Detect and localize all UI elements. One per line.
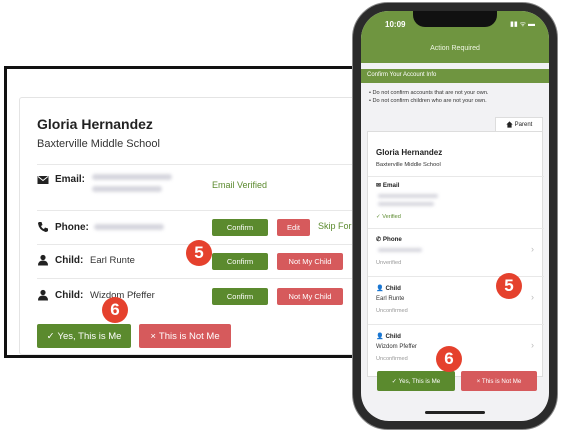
child-label: Child: [55, 290, 84, 301]
home-indicator [425, 411, 485, 414]
person-icon [38, 254, 48, 266]
tab-label: Parent [514, 121, 533, 128]
person-icon [38, 289, 48, 301]
instructions: • Do not confirm accounts that are not y… [369, 89, 489, 105]
chevron-right-icon[interactable]: › [531, 292, 534, 302]
phone-icon: ✆ [376, 236, 382, 243]
child-label: Child: [55, 255, 84, 266]
child-name: Earl Runte [90, 255, 135, 266]
x-icon: × [150, 330, 156, 342]
confirm-phone-button[interactable]: Confirm [212, 219, 268, 236]
child-row-2: Child: Wizdom Pfeffer Confirm Not My Chi… [37, 278, 357, 312]
chevron-right-icon[interactable]: › [531, 340, 534, 350]
this-is-not-me-button[interactable]: × This is Not Me [139, 324, 231, 348]
account-card: Gloria Hernandez Baxterville Middle Scho… [19, 97, 359, 355]
desktop-panel: Gloria Hernandez Baxterville Middle Scho… [4, 66, 370, 358]
school-name: Baxterville Middle School [37, 138, 160, 150]
not-my-child-button[interactable]: Not My Child [277, 288, 343, 305]
confirm-child-button[interactable]: Confirm [212, 288, 268, 305]
confirm-child-button[interactable]: Confirm [212, 253, 268, 270]
phone-label: Phone: [55, 222, 89, 233]
email-verified-status: Email Verified [212, 180, 268, 190]
phone-row: Phone: Confirm Edit Skip For [37, 210, 357, 244]
yes-this-is-me-button[interactable]: ✓ Yes, This is Me [37, 324, 131, 348]
email-label: ✉ Email [376, 182, 400, 189]
email-label: Email: [55, 174, 86, 185]
child-label[interactable]: 👤 Child [376, 284, 401, 292]
confirm-banner: Confirm Your Account Info [361, 69, 549, 83]
envelope-icon: ✉ [376, 182, 382, 189]
phone-value-redacted [378, 248, 422, 252]
school-name: Baxterville Middle School [376, 162, 441, 168]
child-name: Wizdom Pfeffer [376, 344, 417, 350]
account-name: Gloria Hernandez [376, 148, 443, 157]
child-status: Unconfirmed [376, 356, 408, 362]
account-name: Gloria Hernandez [37, 116, 153, 132]
yes-this-is-me-button[interactable]: ✓ Yes, This is Me [377, 371, 455, 391]
status-time: 10:09 [385, 20, 406, 29]
person-icon: 👤 [376, 333, 384, 340]
step-5-badge: 5 [186, 240, 212, 266]
email-value-redacted-2 [92, 186, 162, 192]
person-icon: 👤 [376, 285, 384, 292]
skip-for-link[interactable]: Skip For [318, 221, 352, 231]
phone-status: Unverified [376, 260, 402, 266]
home-icon [506, 121, 513, 128]
envelope-icon [37, 176, 49, 184]
step-6-badge: 6 [436, 346, 462, 372]
this-is-not-me-button[interactable]: × This is Not Me [461, 371, 537, 391]
instruction-line: • Do not confirm accounts that are not y… [369, 90, 489, 96]
phone-value-redacted [94, 224, 164, 230]
not-my-child-button[interactable]: Not My Child [277, 253, 343, 270]
edit-phone-button[interactable]: Edit [277, 219, 310, 236]
instruction-line: • Do not confirm children who are not yo… [369, 98, 487, 104]
status-icons: ▮▮ ᯤ ▬ [510, 21, 535, 28]
step-6-badge: 6 [102, 297, 128, 323]
child-status: Unconfirmed [376, 308, 408, 314]
email-value-redacted-2 [378, 202, 434, 206]
email-verified-status: ✓ Verified [376, 214, 401, 220]
tab-parent[interactable]: Parent [495, 117, 543, 131]
step-5-badge: 5 [496, 273, 522, 299]
phone-icon [38, 222, 48, 232]
email-row: Email: Email Verified [37, 164, 357, 206]
header-title: Action Required [430, 45, 480, 52]
phone-row-separator [368, 228, 544, 229]
no-button-label: This is Not Me [158, 330, 220, 342]
phone-account-card: Gloria Hernandez Baxterville Middle Scho… [367, 131, 544, 377]
yes-button-label: Yes, This is Me [57, 330, 122, 342]
chevron-right-icon[interactable]: › [531, 244, 534, 254]
phone-label[interactable]: ✆ Phone [376, 236, 402, 243]
check-icon: ✓ [46, 330, 55, 342]
child-name: Earl Runte [376, 296, 405, 302]
phone-notch [413, 11, 497, 27]
email-value-redacted [92, 174, 172, 180]
email-value-redacted [378, 194, 438, 198]
child-label[interactable]: 👤 Child [376, 332, 401, 340]
